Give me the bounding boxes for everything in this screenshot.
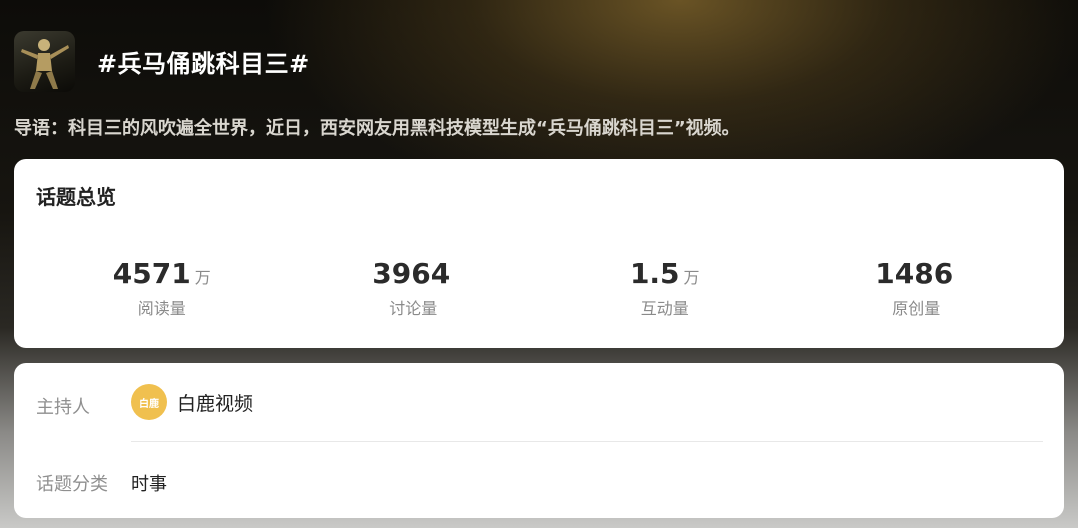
topic-intro: 导语：科目三的风吹遍全世界，近日，西安网友用黑科技模型生成“兵马俑跳科目三”视频…	[14, 118, 740, 139]
stat-interactions: 1.5 万 互动量	[539, 257, 791, 319]
stat-label: 互动量	[640, 299, 689, 318]
category-label: 话题分类	[36, 474, 108, 495]
stat-label: 讨论量	[389, 299, 438, 318]
stat-originals: 1486 原创量	[791, 257, 1043, 319]
host-name[interactable]: 白鹿视频	[177, 389, 253, 416]
host-label: 主持人	[36, 397, 90, 418]
stats-row: 4571 万 阅读量 3964 讨论量 1.5 万 互动量 1486 原创量	[36, 257, 1042, 319]
stat-label: 阅读量	[137, 299, 186, 318]
host-link[interactable]: 白鹿 白鹿视频	[131, 384, 253, 420]
topic-thumbnail[interactable]	[14, 31, 75, 92]
avatar[interactable]: 白鹿	[131, 384, 167, 420]
stat-value: 1486	[875, 257, 954, 290]
topic-header: #兵马俑跳科目三#	[14, 31, 310, 92]
stat-value: 1.5	[629, 257, 680, 290]
topic-title: #兵马俑跳科目三#	[97, 50, 310, 78]
stat-value: 4571	[112, 257, 191, 290]
overview-title: 话题总览	[36, 185, 116, 209]
stat-unit: 万	[194, 268, 211, 287]
stat-label: 原创量	[892, 299, 941, 318]
stat-discussions: 3964 讨论量	[288, 257, 540, 319]
info-card: 主持人 白鹿 白鹿视频 话题分类 时事	[14, 363, 1064, 518]
stat-unit: 万	[683, 268, 700, 287]
stat-value: 3964	[372, 257, 451, 290]
dancer-thumbnail-icon	[21, 39, 69, 89]
stat-reads: 4571 万 阅读量	[36, 257, 288, 319]
overview-card: 话题总览 4571 万 阅读量 3964 讨论量 1.5 万 互动量 1486 …	[14, 159, 1064, 348]
category-value: 时事	[131, 474, 167, 495]
divider	[131, 441, 1043, 442]
